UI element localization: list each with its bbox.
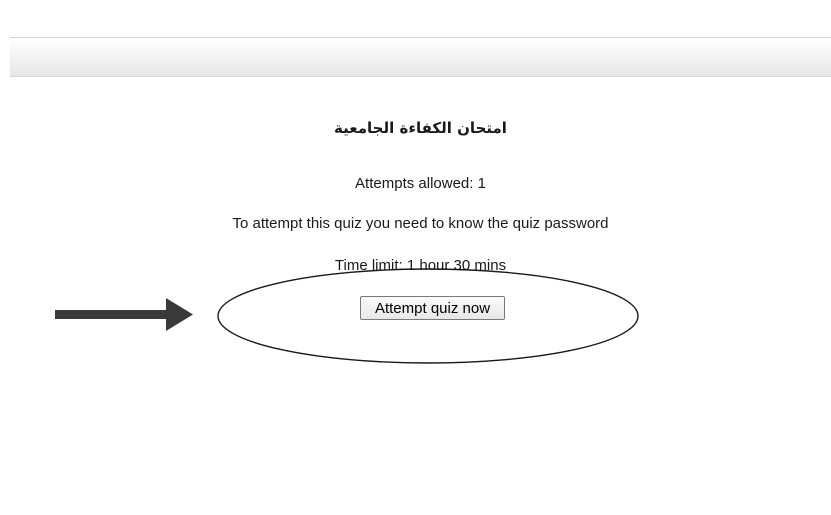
header-band — [10, 38, 831, 77]
quiz-info-panel: امتحان الكفاءة الجامعية Attempts allowed… — [10, 77, 831, 515]
password-requirement-text: To attempt this quiz you need to know th… — [232, 215, 609, 232]
quiz-title: امتحان الكفاءة الجامعية — [334, 119, 507, 137]
attempts-allowed-text: Attempts allowed: 1 — [355, 175, 486, 192]
quiz-page: امتحان الكفاءة الجامعية Attempts allowed… — [0, 0, 831, 515]
attempt-quiz-button[interactable]: Attempt quiz now — [360, 296, 505, 320]
time-limit-text: Time limit: 1 hour 30 mins — [334, 257, 507, 274]
left-gutter — [0, 0, 10, 515]
